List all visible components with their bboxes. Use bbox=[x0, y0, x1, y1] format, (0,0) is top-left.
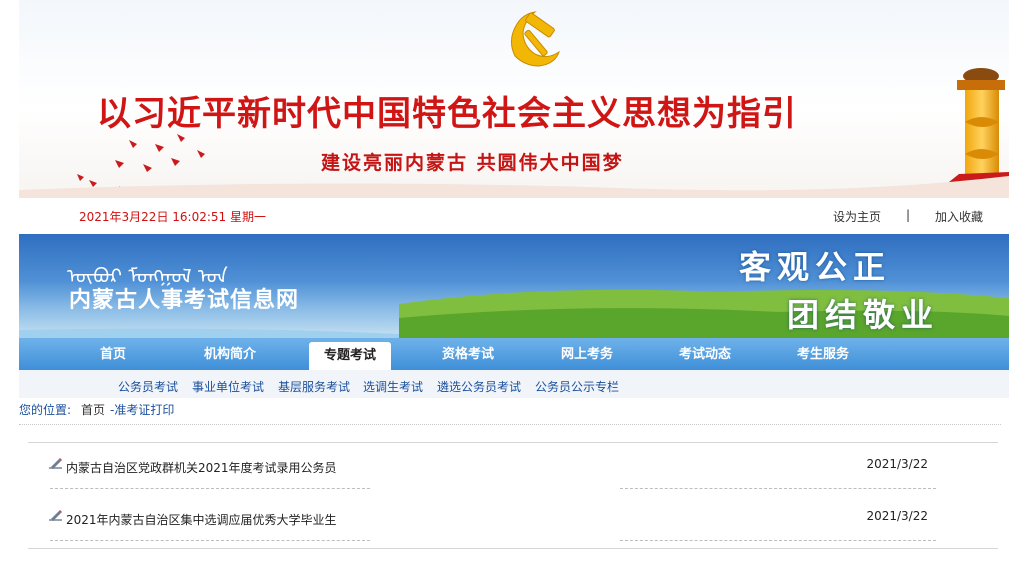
list-item-date: 2021/3/22 bbox=[866, 509, 928, 523]
dashed-separator bbox=[50, 540, 370, 541]
nav-candidate-services[interactable]: 考生服务 bbox=[775, 338, 871, 370]
nav-home[interactable]: 首页 bbox=[65, 338, 161, 370]
nav-qualification-exams[interactable]: 资格考试 bbox=[420, 338, 516, 370]
list-item: 2021年内蒙古自治区集中选调应届优秀大学毕业生 2021/3/22 bbox=[48, 500, 938, 550]
breadcrumb-current[interactable]: -准考证打印 bbox=[110, 401, 174, 418]
sub-nav: 公务员考试 事业单位考试 基层服务考试 选调生考试 遴选公务员考试 公务员公示专… bbox=[19, 370, 1009, 398]
list-bottom-rule bbox=[28, 548, 998, 549]
add-favorite-link[interactable]: 加入收藏 bbox=[935, 208, 983, 225]
breadcrumb-home-link[interactable]: 首页 bbox=[81, 401, 105, 418]
motto-line-1: 客观公正 bbox=[739, 248, 892, 286]
divider: | bbox=[906, 208, 911, 222]
top-banner: 以习近平新时代中国特色社会主义思想为指引 建设亮丽内蒙古 共圆伟大中国梦 bbox=[19, 0, 1009, 198]
list-item-title[interactable]: 2021年内蒙古自治区集中选调应届优秀大学毕业生 bbox=[66, 511, 337, 528]
pencil-note-icon bbox=[49, 458, 62, 469]
nav-about[interactable]: 机构简介 bbox=[182, 338, 278, 370]
subnav-selected-graduates[interactable]: 选调生考试 bbox=[363, 378, 423, 395]
subnav-civil-servant[interactable]: 公务员考试 bbox=[118, 378, 178, 395]
dashed-separator bbox=[620, 540, 936, 541]
set-homepage-link[interactable]: 设为主页 bbox=[833, 208, 881, 225]
party-emblem-icon bbox=[511, 11, 560, 67]
dashed-separator bbox=[50, 488, 370, 489]
nav-exam-news[interactable]: 考试动态 bbox=[657, 338, 753, 370]
subnav-public-notice[interactable]: 公务员公示专栏 bbox=[535, 378, 619, 395]
breadcrumb: 您的位置: 首页 -准考证打印 bbox=[19, 400, 1009, 426]
list-item: 内蒙古自治区党政群机关2021年度考试录用公务员 2021/3/22 bbox=[48, 448, 938, 498]
nav-special-exams[interactable]: 专题考试 bbox=[309, 342, 391, 370]
pencil-note-icon bbox=[49, 510, 62, 521]
breadcrumb-label: 您的位置: bbox=[19, 403, 72, 417]
nav-online-affairs[interactable]: 网上考务 bbox=[539, 338, 635, 370]
list-top-rule bbox=[28, 442, 998, 443]
list-item-title[interactable]: 内蒙古自治区党政群机关2021年度考试录用公务员 bbox=[66, 459, 337, 476]
motto-line-2: 团结敬业 bbox=[787, 296, 940, 334]
red-wave-decoration bbox=[19, 176, 1009, 198]
list-item-date: 2021/3/22 bbox=[866, 457, 928, 471]
dashed-separator bbox=[620, 488, 936, 489]
info-bar: 2021年3月22日 16:02:51 星期一 设为主页 | 加入收藏 bbox=[19, 202, 1009, 230]
subnav-public-institution[interactable]: 事业单位考试 bbox=[192, 378, 264, 395]
site-title: 内蒙古人事考试信息网 bbox=[69, 288, 300, 313]
subnav-grassroots[interactable]: 基层服务考试 bbox=[278, 378, 350, 395]
site-header: ᠥᠪᠦᠷ ᠮᠣᠩᠭᠤᠯ ᠤᠨ 内蒙古人事考试信息网 客观公正 团结敬业 bbox=[19, 234, 1009, 338]
main-slogan: 以习近平新时代中国特色社会主义思想为指引 bbox=[97, 94, 797, 134]
current-datetime: 2021年3月22日 16:02:51 星期一 bbox=[79, 210, 266, 224]
main-nav: 首页 机构简介 专题考试 资格考试 网上考务 考试动态 考生服务 bbox=[19, 338, 1009, 370]
subnav-selection-exam[interactable]: 遴选公务员考试 bbox=[437, 378, 521, 395]
breadcrumb-divider bbox=[19, 424, 1001, 425]
